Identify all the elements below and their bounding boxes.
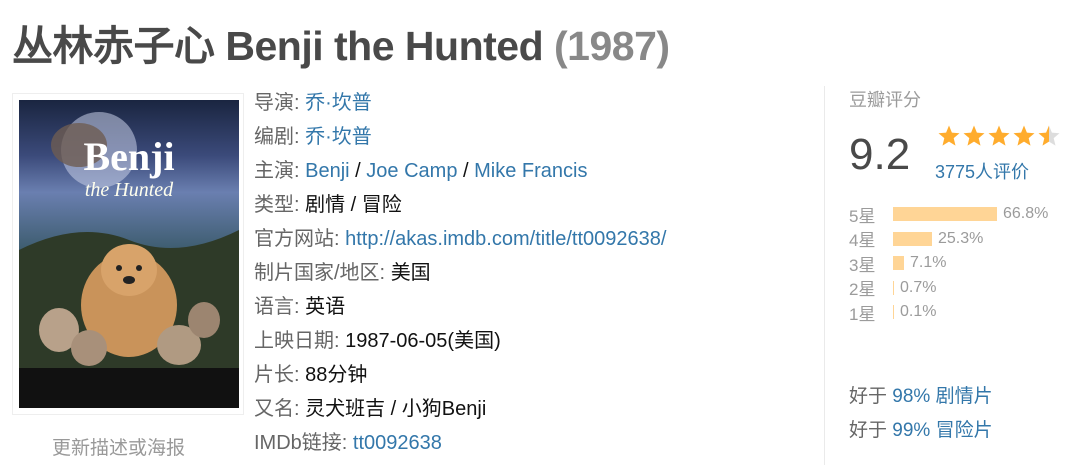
star-icon bbox=[962, 124, 986, 153]
genre-value: 剧情 / 冒险 bbox=[305, 194, 402, 216]
runtime-label: 片长: bbox=[254, 364, 300, 386]
language-value: 英语 bbox=[305, 296, 346, 318]
better-than: 好于 98% 剧情片 好于 99% 冒险片 bbox=[849, 380, 993, 448]
better-than-link[interactable]: 98% 剧情片 bbox=[892, 386, 992, 407]
votes-link[interactable]: 3775人评价 bbox=[935, 158, 1029, 184]
poster-artwork: Benji the Hunted bbox=[19, 112, 239, 408]
cast-row: 主演: Benji / Joe Camp / Mike Francis bbox=[254, 160, 588, 182]
poster-image: Benji the Hunted bbox=[19, 100, 239, 408]
cast-link[interactable]: Benji bbox=[305, 160, 349, 182]
director-label: 导演: bbox=[254, 92, 300, 114]
better-than-pct: 99% bbox=[892, 420, 931, 441]
page-title: 丛林赤子心 Benji the Hunted (1987) bbox=[12, 12, 670, 72]
update-poster-link[interactable]: 更新描述或海报 bbox=[52, 433, 185, 460]
better-than-pct: 98% bbox=[892, 386, 931, 407]
release-label: 上映日期: bbox=[254, 330, 340, 352]
writer-label: 编剧: bbox=[254, 126, 300, 148]
website-label: 官方网站: bbox=[254, 228, 340, 250]
genre-row: 类型: 剧情 / 冒险 bbox=[254, 188, 666, 222]
runtime-value: 88分钟 bbox=[305, 364, 368, 386]
better-than-genre: 冒险片 bbox=[935, 420, 993, 441]
rating-bar-label: 1星 bbox=[849, 304, 876, 324]
rating-panel: 豆瓣评分 9.2 3775人评价 5星 66.8% 4星 25.3% 3星 7.1% 2星 0… bbox=[824, 86, 1080, 465]
imdb-row: IMDb链接: tt0092638 bbox=[254, 426, 666, 460]
rating-bar-row: 4星 25.3% bbox=[849, 227, 1048, 252]
movie-poster[interactable]: Benji the Hunted bbox=[12, 93, 244, 415]
country-label: 制片国家/地区: bbox=[254, 262, 386, 284]
release-row: 上映日期: 1987-06-05(美国) bbox=[254, 324, 666, 358]
aka-value: 灵犬班吉 / 小狗Benji bbox=[305, 398, 487, 420]
rating-bar-row: 3星 7.1% bbox=[849, 251, 1048, 276]
genre-label: 类型: bbox=[254, 194, 300, 216]
star-icon bbox=[937, 124, 961, 153]
rating-bar-percent: 25.3% bbox=[938, 229, 984, 247]
poster-credits bbox=[19, 368, 239, 408]
rating-bar-row: 5星 66.8% bbox=[849, 202, 1048, 227]
rating-bar-label: 4星 bbox=[849, 231, 876, 251]
director-row: 导演: 乔·坎普 bbox=[254, 86, 666, 120]
aka-row: 又名: 灵犬班吉 / 小狗Benji bbox=[254, 392, 666, 426]
rating-bar-row: 1星 0.1% bbox=[849, 300, 1048, 325]
writer-link[interactable]: 乔·坎普 bbox=[305, 126, 372, 148]
movie-info: 导演: 乔·坎普 编剧: 乔·坎普 主演: Benji / Joe Camp /… bbox=[254, 86, 666, 460]
star-icon bbox=[1037, 124, 1061, 153]
rating-bar bbox=[893, 280, 894, 295]
rating-bar-label: 3星 bbox=[849, 255, 876, 275]
better-than-link[interactable]: 99% 冒险片 bbox=[892, 420, 992, 441]
rating-breakdown: 5星 66.8% 4星 25.3% 3星 7.1% 2星 0.7% 1星 0.1% bbox=[849, 202, 1048, 325]
runtime-row: 片长: 88分钟 bbox=[254, 358, 666, 392]
rating-bar-percent: 66.8% bbox=[1003, 205, 1049, 223]
rating-bar bbox=[893, 256, 904, 271]
better-than-prefix: 好于 bbox=[849, 420, 888, 441]
rating-bar-label: 5星 bbox=[849, 206, 876, 226]
movie-name: 丛林赤子心 Benji the Hunted bbox=[12, 23, 544, 69]
country-row: 制片国家/地区: 美国 bbox=[254, 256, 666, 290]
star-icon bbox=[1012, 124, 1036, 153]
better-than-row: 好于 98% 剧情片 bbox=[849, 380, 993, 414]
website-link[interactable]: http://akas.imdb.com/title/tt0092638/ bbox=[345, 228, 666, 250]
rating-bar-row: 2星 0.7% bbox=[849, 276, 1048, 301]
website-row: 官方网站: http://akas.imdb.com/title/tt00926… bbox=[254, 222, 666, 256]
aka-label: 又名: bbox=[254, 398, 300, 420]
rating-bar-percent: 7.1% bbox=[910, 254, 947, 272]
rating-header: 豆瓣评分 bbox=[849, 90, 921, 110]
rating-score: 9.2 bbox=[849, 130, 911, 179]
cast-link[interactable]: Mike Francis bbox=[474, 160, 587, 182]
movie-year: (1987) bbox=[554, 23, 670, 69]
country-value: 美国 bbox=[390, 262, 431, 284]
better-than-genre: 剧情片 bbox=[935, 386, 993, 407]
writer-row: 编剧: 乔·坎普 bbox=[254, 120, 666, 154]
director-link[interactable]: 乔·坎普 bbox=[305, 92, 372, 114]
rating-bar bbox=[893, 305, 894, 320]
imdb-link[interactable]: tt0092638 bbox=[353, 432, 442, 454]
rating-bar-label: 2星 bbox=[849, 280, 876, 300]
cast-link[interactable]: Joe Camp bbox=[366, 160, 457, 182]
rating-stars bbox=[937, 124, 1061, 153]
language-row: 语言: 英语 bbox=[254, 290, 666, 324]
better-than-prefix: 好于 bbox=[849, 386, 888, 407]
rating-bar bbox=[893, 207, 997, 222]
rating-bar-percent: 0.7% bbox=[900, 278, 937, 296]
cast-label: 主演: bbox=[254, 160, 300, 182]
svg-text:Benji: Benji bbox=[83, 134, 174, 179]
svg-text:the Hunted: the Hunted bbox=[85, 179, 174, 201]
better-than-row: 好于 99% 冒险片 bbox=[849, 414, 993, 448]
rating-bar bbox=[893, 231, 932, 246]
imdb-label: IMDb链接: bbox=[254, 432, 348, 454]
release-value: 1987-06-05(美国) bbox=[345, 330, 501, 352]
star-icon bbox=[987, 124, 1011, 153]
language-label: 语言: bbox=[254, 296, 300, 318]
rating-bar-percent: 0.1% bbox=[900, 303, 937, 321]
